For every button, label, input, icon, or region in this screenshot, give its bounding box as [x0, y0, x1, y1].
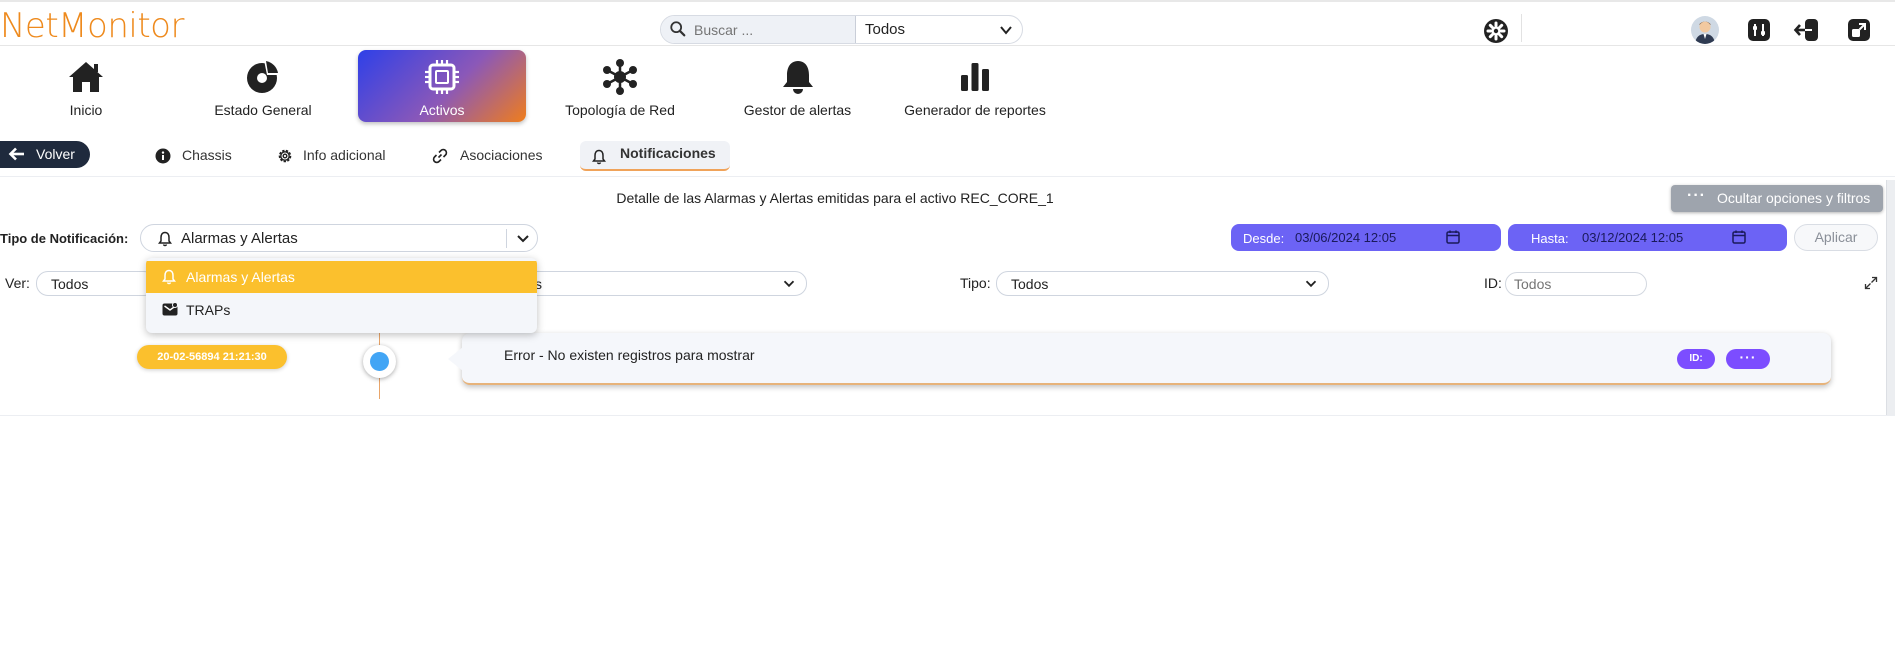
pie-chart-icon — [247, 60, 280, 93]
dropdown-option-label: TRAPs — [186, 302, 231, 318]
nav-label: Inicio — [69, 102, 103, 118]
dropdown-option-alarmas[interactable]: Alarmas y Alertas — [146, 261, 537, 293]
arrow-left-icon — [8, 147, 24, 161]
nav-gestor-de-alertas[interactable]: Gestor de alertas — [735, 50, 860, 122]
tab-label: Info adicional — [303, 147, 386, 163]
top-header: NetMonitor Todos — [0, 0, 1895, 46]
content-divider — [0, 176, 1895, 177]
ver-select[interactable]: Todos — [36, 271, 156, 296]
info-icon — [155, 148, 171, 164]
chevron-down-icon[interactable] — [996, 20, 1016, 40]
notification-type-dropdown: Alarmas y Alertas TRAPs — [146, 258, 537, 333]
nav-estado-general[interactable]: Estado General — [203, 50, 323, 122]
calendar-icon[interactable] — [1731, 229, 1747, 245]
gear-icon — [278, 149, 292, 163]
calendar-icon[interactable] — [1445, 229, 1461, 245]
network-icon — [603, 59, 637, 95]
more-options-chip[interactable]: ··· — [1726, 349, 1770, 369]
tipo-value: Todos — [1011, 276, 1049, 292]
detail-title: Detalle de las Alarmas y Alertas emitida… — [616, 190, 1054, 206]
nav-label: Activos — [419, 102, 465, 118]
ver-label: Ver: — [5, 275, 30, 291]
date-to-input[interactable] — [1582, 227, 1732, 248]
sliders-icon[interactable] — [1745, 16, 1773, 44]
date-to-field: Hasta: — [1508, 224, 1787, 251]
tab-info-adicional[interactable]: Info adicional — [277, 141, 392, 171]
user-avatar-icon — [1691, 16, 1719, 44]
back-button[interactable]: Volver — [0, 141, 90, 168]
dropdown-option-label: Alarmas y Alertas — [186, 269, 295, 285]
bell-icon — [158, 231, 172, 247]
hide-options-label: Ocultar opciones y filtros — [1717, 190, 1871, 206]
chevron-down-icon — [1305, 280, 1317, 288]
timestamp-badge: 20-02-56894 21:21:30 — [137, 345, 287, 369]
date-from-field: Desde: — [1231, 224, 1501, 251]
id-label: ID: — [1484, 275, 1502, 291]
search-field-wrapper — [661, 16, 856, 43]
window-switch-icon[interactable] — [1845, 16, 1873, 44]
bell-icon — [592, 149, 606, 165]
apply-button[interactable]: Aplicar — [1794, 224, 1878, 251]
tipo-label: Tipo: — [960, 275, 991, 291]
timeline-dot — [363, 345, 396, 378]
search-input[interactable] — [694, 20, 849, 40]
nav-activos[interactable]: Activos — [358, 50, 526, 122]
nav-topologia-de-red[interactable]: Topología de Red — [560, 50, 680, 122]
id-filter-input[interactable] — [1505, 272, 1647, 296]
app-logo[interactable]: NetMonitor — [0, 6, 184, 46]
global-search: Todos — [660, 15, 1023, 44]
tab-asociaciones[interactable]: Asociaciones — [432, 141, 552, 171]
chevron-down-icon[interactable] — [513, 229, 533, 249]
chip-icon — [425, 60, 459, 94]
error-card: Error - No existen registros para mostra… — [462, 333, 1831, 385]
tipo-select[interactable]: Todos — [996, 271, 1329, 296]
id-chip[interactable]: ID: — [1677, 349, 1715, 369]
dropdown-option-traps[interactable]: TRAPs — [146, 294, 537, 326]
expand-icon[interactable] — [1864, 276, 1878, 290]
bell-icon — [782, 61, 813, 94]
home-icon — [69, 62, 103, 92]
bell-icon — [162, 269, 176, 285]
logout-icon[interactable] — [1793, 16, 1821, 44]
tab-label: Notificaciones — [620, 145, 716, 161]
back-label: Volver — [36, 146, 75, 162]
nav-label: Topología de Red — [565, 102, 675, 118]
settings-gear-icon[interactable] — [1483, 18, 1509, 44]
select-separator — [506, 229, 507, 248]
link-icon — [432, 148, 448, 164]
error-message: Error - No existen registros para mostra… — [504, 347, 755, 363]
notification-type-value: Alarmas y Alertas — [181, 230, 298, 247]
bar-chart-icon — [961, 63, 989, 91]
nav-generador-de-reportes[interactable]: Generador de reportes — [900, 50, 1050, 122]
header-divider — [1521, 14, 1522, 42]
date-from-input[interactable] — [1295, 227, 1445, 248]
nav-inicio[interactable]: Inicio — [38, 50, 134, 122]
more-icon: ··· — [1687, 187, 1706, 204]
search-icon[interactable] — [669, 20, 687, 38]
mail-icon — [162, 302, 178, 316]
hide-options-button[interactable]: ··· Ocultar opciones y filtros — [1671, 185, 1883, 212]
date-to-label: Hasta: — [1531, 231, 1569, 246]
chevron-down-icon — [783, 280, 795, 288]
nav-label: Gestor de alertas — [743, 102, 852, 118]
status-select[interactable]: s — [520, 271, 807, 296]
ver-value: Todos — [51, 276, 89, 292]
nav-label: Estado General — [214, 102, 312, 118]
content-bottom-divider — [0, 415, 1895, 416]
tab-chassis[interactable]: Chassis — [155, 141, 250, 171]
notification-type-label: Tipo de Notificación: — [0, 231, 129, 246]
error-card-pointer — [448, 347, 463, 371]
search-scope-select[interactable]: Todos — [865, 21, 905, 38]
tab-label: Asociaciones — [460, 147, 543, 163]
vertical-scrollbar[interactable] — [1886, 180, 1895, 415]
notification-type-select[interactable]: Alarmas y Alertas — [140, 224, 538, 252]
date-from-label: Desde: — [1243, 231, 1285, 246]
tab-label: Chassis — [182, 147, 232, 163]
tab-notificaciones[interactable]: Notificaciones — [580, 141, 730, 171]
user-avatar[interactable] — [1691, 16, 1719, 44]
nav-label: Generador de reportes — [904, 102, 1046, 118]
timeline-dot-inner — [370, 352, 389, 371]
